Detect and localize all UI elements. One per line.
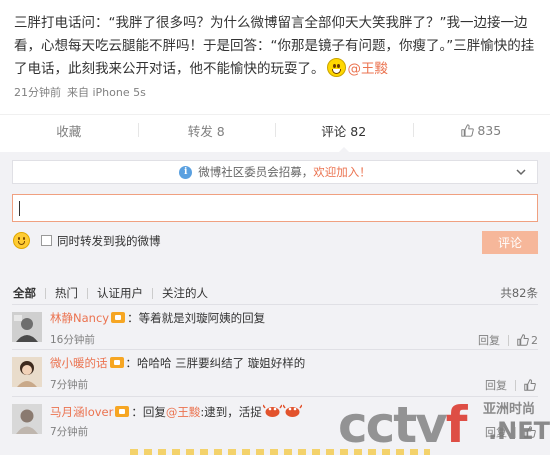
favorite-label: 收藏 (56, 123, 82, 139)
submit-comment-button[interactable]: 评论 (482, 231, 538, 254)
reply-button[interactable]: 回复 (485, 424, 507, 440)
filter-tab-verified[interactable]: 认证用户 (97, 285, 143, 301)
reply-button[interactable]: 回复 (485, 377, 507, 393)
notice-text: 微博社区委员会招募， (198, 165, 314, 179)
comment-item: 马月涵lover ：回复@王黢:逮到，活捉 7分钟前 回复 (12, 400, 538, 442)
comment-time: 7分钟前 (50, 426, 89, 438)
decorative-strip (130, 449, 430, 455)
post-mention-link[interactable]: @王黢 (348, 61, 389, 77)
thumbs-up-icon (524, 426, 536, 438)
comment-total-count: 共82条 (500, 286, 538, 300)
comment-content-prefix: ：回复 (131, 405, 166, 419)
post-meta: 21分钟前 来自 iPhone 5s (14, 84, 152, 100)
thumbs-up-icon (524, 379, 536, 391)
comment-text: 林静Nancy ：等着就是刘璇阿姨的回复 (50, 310, 265, 326)
repost-checkbox[interactable] (41, 235, 52, 246)
comment-content: ：哈哈哈 三胖要纠结了 璇姐好样的 (125, 356, 306, 370)
filter-tab-all[interactable]: 全部 (13, 285, 36, 301)
thumbs-up-icon (461, 123, 475, 137)
comment-like-count: 2 (531, 333, 538, 347)
like-count: 835 (477, 122, 502, 138)
comment-actions: 回复 (485, 377, 538, 393)
post-body: 三胖打电话问：“我胖了很多吗？为什么微博留言全部仰天大笑我胖了？”我一边接一边看… (14, 15, 535, 77)
comment-item: 林静Nancy ：等着就是刘璇阿姨的回复 16分钟前 回复 2 (12, 308, 538, 350)
comment-text: 微小暖的话 ：哈哈哈 三胖要纠结了 璇姐好样的 (50, 355, 305, 371)
post-source: 来自 iPhone 5s (67, 86, 146, 99)
filter-tab-following[interactable]: 关注的人 (162, 285, 208, 301)
comment-panel: i 微博社区委员会招募， 欢迎加入！ 同时转发到我的微博 评论 全部 热门 认证用… (0, 152, 550, 455)
comment-input-wrapper (12, 194, 538, 222)
comment-username[interactable]: 林静Nancy (50, 311, 109, 325)
like-button[interactable]: 835 (412, 115, 550, 145)
divider (12, 304, 538, 305)
avatar[interactable] (12, 312, 42, 342)
filter-tabs: 全部 热门 认证用户 关注的人 (13, 285, 208, 301)
comment-content: ：等着就是刘璇阿姨的回复 (127, 311, 266, 325)
comment-actions: 回复 2 (478, 332, 538, 348)
thumbs-up-icon (517, 334, 529, 346)
crab-emoji-icon (262, 404, 282, 417)
filter-tab-hot[interactable]: 热门 (55, 285, 78, 301)
reply-button[interactable]: 回复 (478, 332, 500, 348)
vip-badge-icon (111, 312, 126, 323)
grin-emoji-icon (326, 58, 346, 77)
post-text: 三胖打电话问：“我胖了很多吗？为什么微博留言全部仰天大笑我胖了？”我一边接一边看… (14, 12, 546, 81)
comment-mention-link[interactable]: @王黢 (166, 405, 201, 419)
comment-time: 7分钟前 (50, 379, 89, 391)
comment-like-button[interactable]: 2 (517, 334, 538, 347)
comment-username[interactable]: 微小暖的话 (50, 356, 108, 370)
community-notice: i 微博社区委员会招募， 欢迎加入！ (12, 160, 538, 184)
post-time[interactable]: 21分钟前 (14, 86, 61, 99)
comment-input[interactable] (13, 195, 537, 221)
comment-text: 马月涵lover ：回复@王黢:逮到，活捉 (50, 402, 302, 420)
vip-badge-icon (115, 406, 130, 417)
comment-content: :逮到，活捉 (200, 405, 262, 419)
comment-actions: 回复 (485, 424, 538, 440)
repost-checkbox-label[interactable]: 同时转发到我的微博 (57, 233, 161, 249)
chevron-down-icon[interactable] (515, 166, 527, 178)
repost-button[interactable]: 转发 8 (137, 115, 276, 145)
comment-time: 16分钟前 (50, 334, 95, 346)
notice-join-link[interactable]: 欢迎加入！ (313, 164, 371, 180)
comment-username[interactable]: 马月涵lover (50, 405, 113, 419)
comment-like-button[interactable] (524, 379, 538, 391)
divider (12, 349, 538, 350)
post-action-bar: 收藏 转发 8 评论 82 835 (0, 114, 550, 153)
crab-emoji-icon (282, 404, 302, 417)
repost-label: 转发 8 (187, 123, 225, 139)
divider (12, 396, 538, 397)
comment-item: 微小暖的话 ：哈哈哈 三胖要纠结了 璇姐好样的 7分钟前 回复 (12, 353, 538, 395)
vip-badge-icon (109, 357, 124, 368)
comment-like-button[interactable] (524, 426, 538, 438)
avatar[interactable] (12, 357, 42, 387)
favorite-button[interactable]: 收藏 (0, 115, 138, 145)
avatar[interactable] (12, 404, 42, 434)
text-caret (19, 201, 20, 216)
emoji-picker-icon[interactable] (13, 232, 30, 249)
comment-label: 评论 82 (321, 123, 367, 139)
comment-tab-button[interactable]: 评论 82 (275, 115, 413, 153)
info-icon: i (179, 165, 193, 179)
weibo-post: 三胖打电话问：“我胖了很多吗？为什么微博留言全部仰天大笑我胖了？”我一边接一边看… (0, 0, 550, 116)
